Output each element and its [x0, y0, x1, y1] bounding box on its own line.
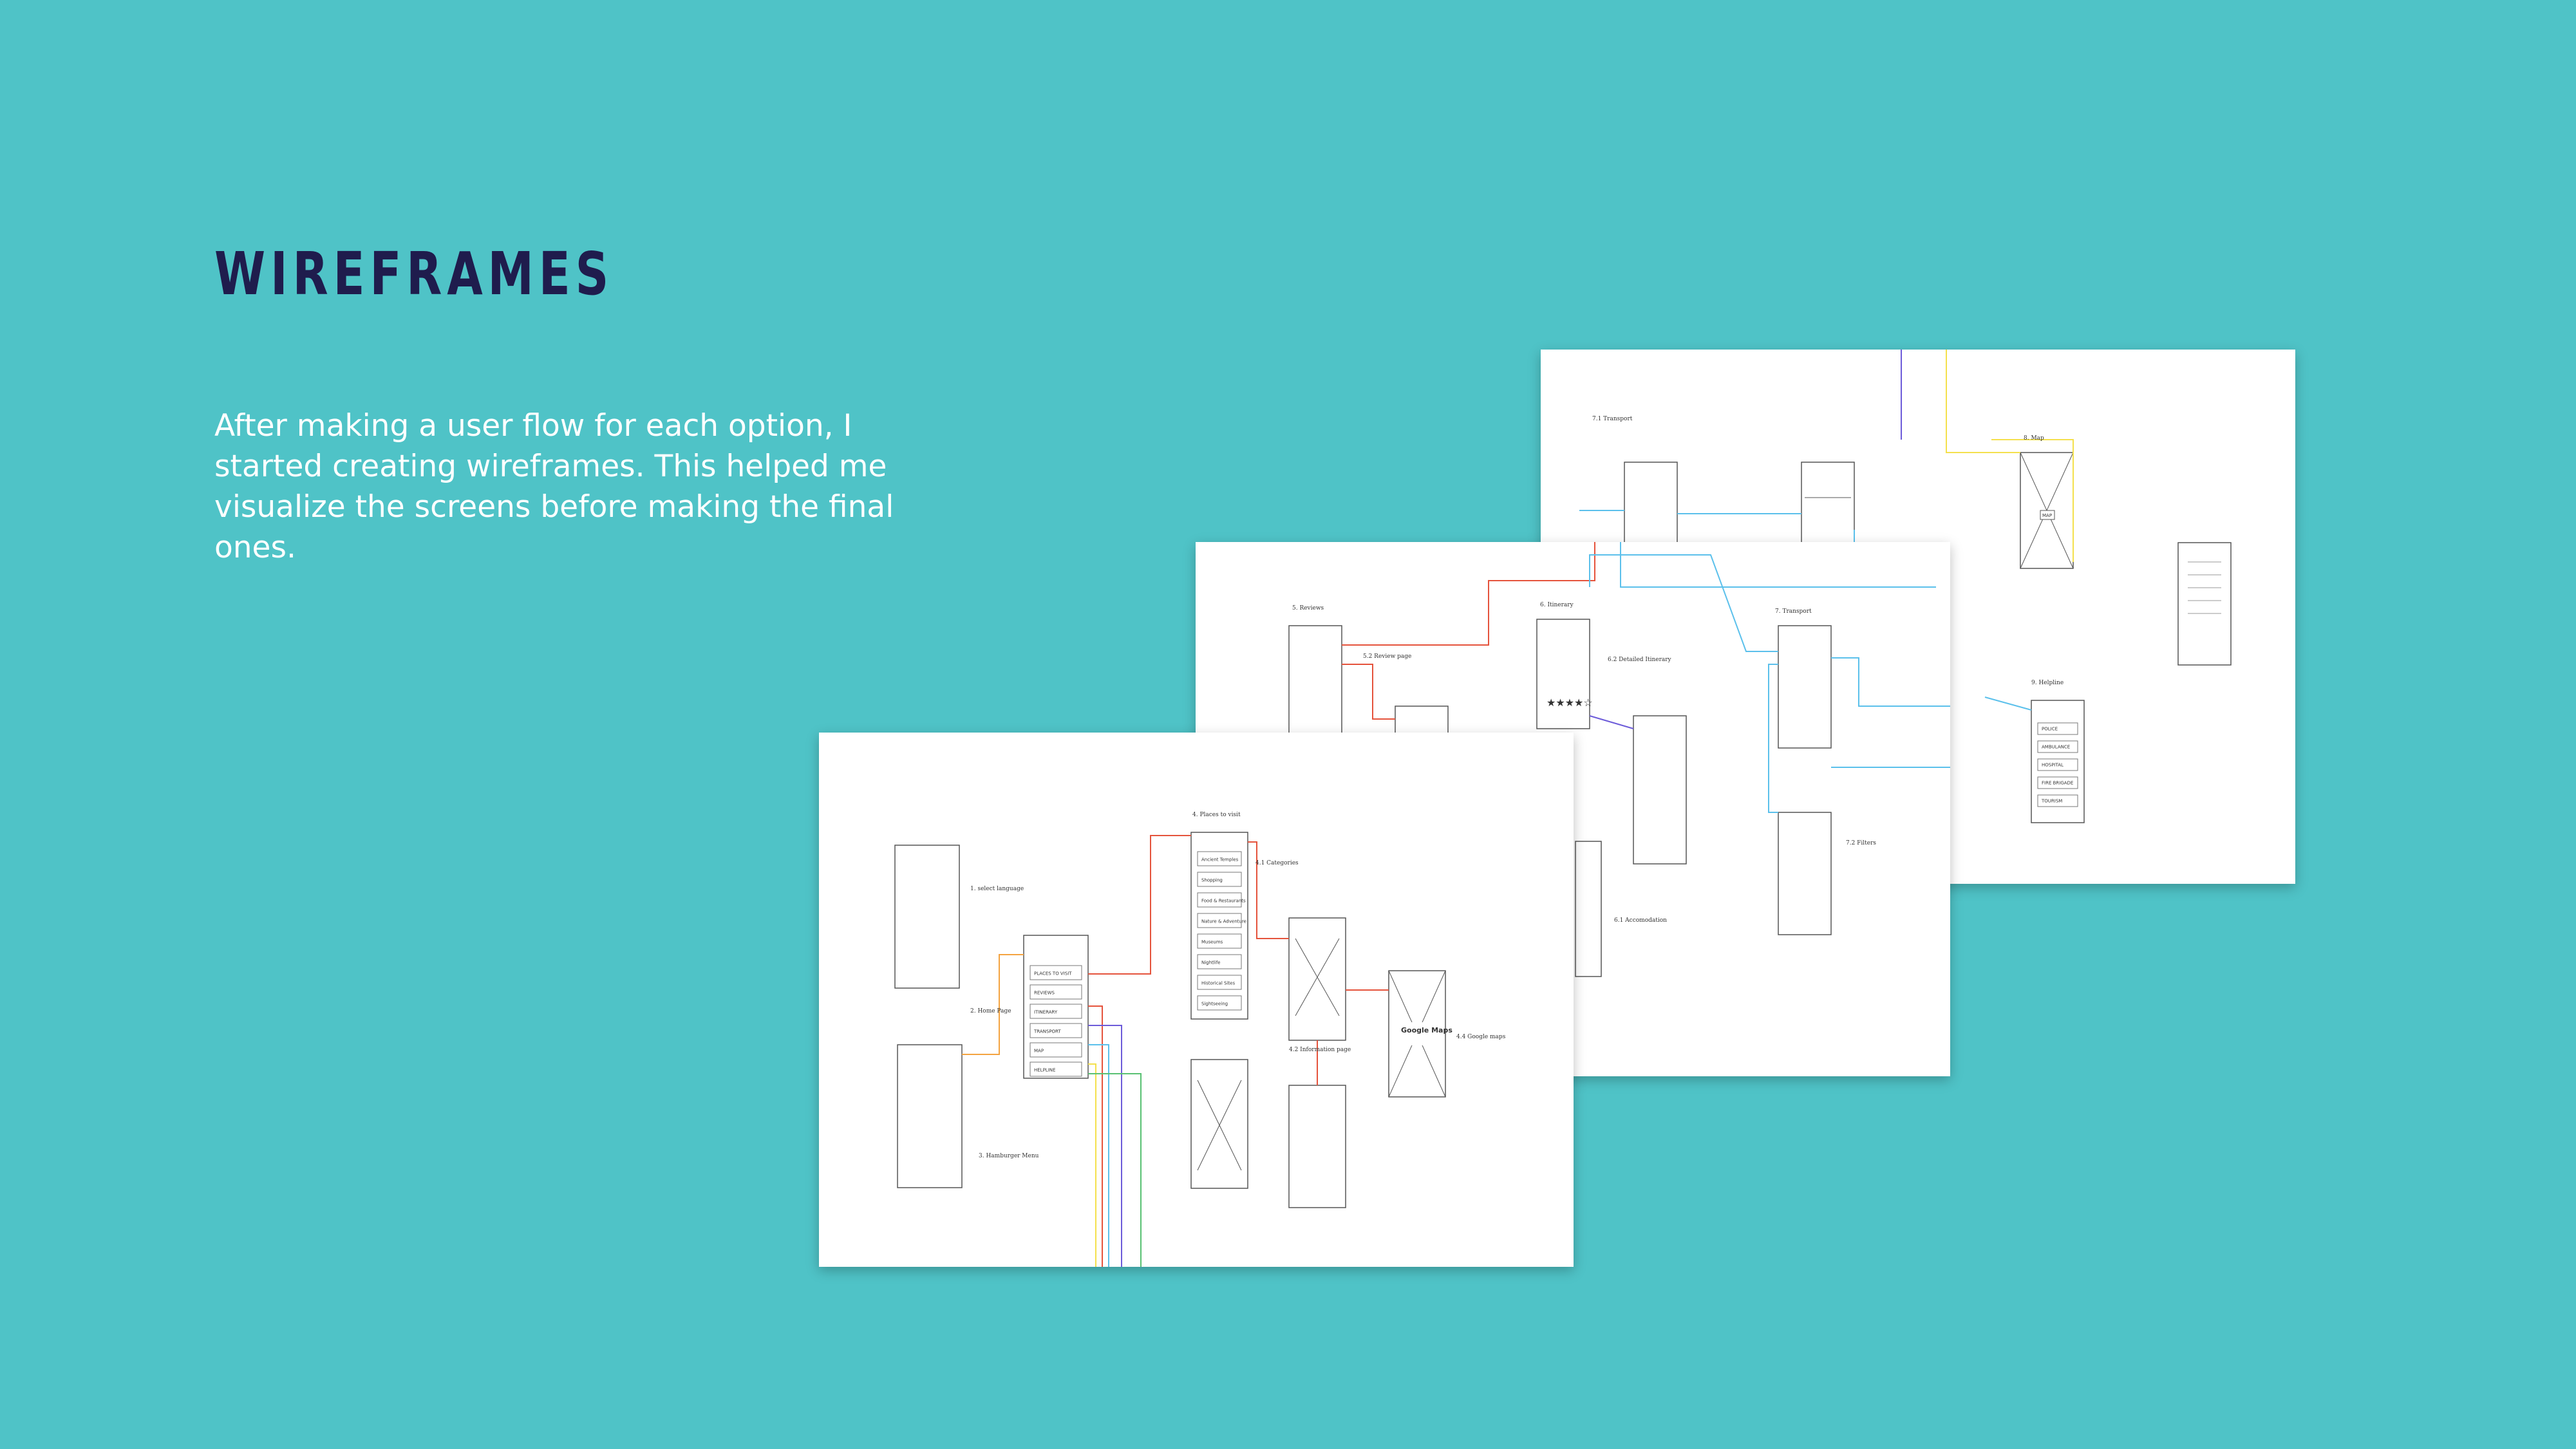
label-transport: 7. Transport [1775, 608, 1812, 615]
home-button-label: REVIEWS [1034, 990, 1055, 995]
home-button-label: HELPLINE [1034, 1067, 1055, 1072]
helpline-button-label: FIRE BRIGADE [2042, 781, 2073, 786]
home-button-label: TRANSPORT [1033, 1029, 1061, 1034]
intro-paragraph: After making a user flow for each option… [214, 408, 894, 565]
label-helpline: 9. Helpline [2031, 680, 2064, 686]
home-button-label: ITINERARY [1034, 1009, 1058, 1014]
home-button-list: PLACES TO VISIT REVIEWS ITINERARY TRANSPORT… [1029, 965, 1082, 1077]
helpline-button-label: TOURISM [2041, 799, 2062, 804]
label-places-to-visit: 4. Places to visit [1192, 812, 1241, 818]
label-filters: 7.2 Filters [1846, 840, 1876, 846]
helpline-button-list: POLICE AMBULANCE HOSPITAL FIRE BRIGADE TOURI… [2037, 722, 2078, 807]
place-item-label: Shopping [1201, 877, 1223, 883]
helpline-button-label: POLICE [2042, 727, 2058, 732]
place-item-label: Nightlife [1201, 960, 1220, 965]
place-item-label: Ancient Temples [1201, 857, 1239, 862]
home-button-label: PLACES TO VISIT [1034, 971, 1072, 976]
home-button-label: MAP [1034, 1048, 1044, 1053]
place-item-label: Museums [1201, 939, 1223, 944]
place-item-label: Nature & Adventure [1201, 919, 1246, 924]
place-item-label: Food & Restaurants [1201, 898, 1246, 903]
label-detailed-itinerary: 6.2 Detailed Itinerary [1608, 657, 1672, 663]
place-item-label: Historical Sites [1201, 980, 1235, 986]
label-map: 8. Map [2024, 435, 2044, 442]
page-title: WIREFRAMES [214, 239, 614, 308]
label-google-maps: 4.4 Google maps [1456, 1034, 1506, 1040]
place-item-label: Sightseeing [1201, 1001, 1228, 1006]
label-categories: 4.1 Categories [1255, 860, 1299, 866]
rating-stars: ★★★★☆ [1547, 698, 1593, 709]
label-select-language: 1. select language [970, 886, 1024, 892]
map-placeholder-label: MAP [2042, 513, 2052, 518]
label-home-page: 2. Home Page [970, 1008, 1011, 1014]
wireframe-sheet-front: Google Maps PLACES TO VISIT REVIEWS ITINER… [819, 733, 1574, 1267]
label-itinerary: 6. Itinerary [1540, 602, 1574, 608]
label-accommodation: 6.1 Accomodation [1614, 917, 1667, 924]
wireframe-flow-front: Google Maps PLACES TO VISIT REVIEWS ITINER… [894, 812, 1506, 1267]
label-review-page: 5.2 Review page [1363, 653, 1411, 660]
label-reviews: 5. Reviews [1292, 605, 1324, 612]
label-information-page: 4.2 Information page [1289, 1047, 1351, 1053]
helpline-button-label: AMBULANCE [2042, 745, 2070, 750]
google-maps-label: Google Maps [1401, 1026, 1453, 1034]
places-list: Ancient Temples Shopping Food & Restaurant… [1197, 851, 1246, 1011]
label-transport-detail: 7.1 Transport [1592, 416, 1633, 422]
helpline-button-label: HOSPITAL [2042, 763, 2064, 768]
label-hamburger-menu: 3. Hamburger Menu [979, 1153, 1039, 1159]
